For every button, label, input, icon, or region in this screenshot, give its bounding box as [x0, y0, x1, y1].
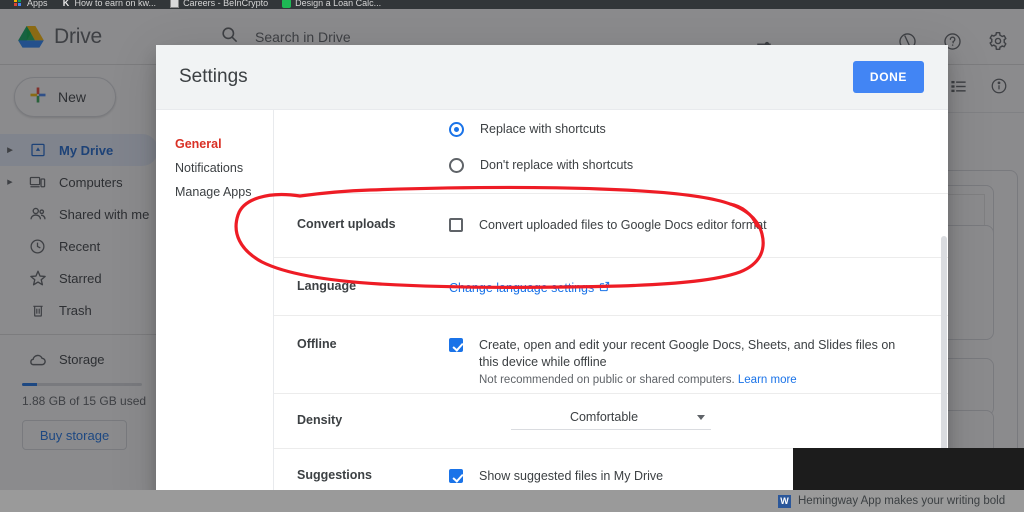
settings-nav-item-notifications[interactable]: Notifications [156, 156, 273, 180]
row-label-suggestions: Suggestions [297, 468, 373, 482]
apps-grid-icon [14, 0, 23, 8]
settings-nav-item-general[interactable]: General [156, 132, 273, 156]
settings-nav: General Notifications Manage Apps [156, 110, 273, 512]
row-label-offline: Offline [297, 337, 337, 351]
checkbox-text-block: Create, open and edit your recent Google… [479, 337, 918, 386]
settings-row-shortcuts: Replace with shortcuts Don't replace wit… [274, 110, 948, 193]
bookmark-item-apps[interactable]: Apps [14, 0, 48, 9]
offline-note-text: Not recommended on public or shared comp… [479, 374, 735, 386]
bookmark-item-how-to-earn[interactable]: K How to earn on kw... [62, 0, 157, 9]
background-black-panel [793, 448, 1024, 490]
link-text: Change language settings [449, 281, 595, 295]
row-body: Change language settings [449, 258, 918, 315]
offline-note: Not recommended on public or shared comp… [479, 374, 918, 386]
row-body: Comfortable [449, 394, 918, 448]
bookmark-label: Careers - BeInCrypto [183, 0, 269, 8]
checkbox-label: Create, open and edit your recent Google… [479, 338, 896, 369]
bookmark-label: Design a Loan Calc... [295, 0, 382, 8]
row-label [297, 110, 449, 193]
row-body: Create, open and edit your recent Google… [449, 316, 918, 393]
checkbox-option-convert-uploads[interactable]: Convert uploaded files to Google Docs ed… [449, 217, 918, 234]
taskbar: W Hemingway App makes your writing bold [0, 490, 1024, 512]
bookmark-item-design-loan-calc[interactable]: Design a Loan Calc... [282, 0, 381, 9]
checkbox-label: Show suggested files in My Drive [479, 469, 664, 483]
radio-button-icon[interactable] [449, 122, 464, 137]
checkbox-label: Convert uploaded files to Google Docs ed… [479, 218, 767, 232]
settings-row-convert-uploads: Convert uploads Convert uploaded files t… [274, 193, 948, 257]
radio-option-dont-replace-with-shortcuts[interactable]: Don't replace with shortcuts [449, 143, 918, 179]
image-icon [170, 0, 180, 8]
page-title: Settings [179, 66, 248, 87]
learn-more-link[interactable]: Learn more [738, 374, 797, 386]
bookmark-label: Apps [27, 0, 48, 8]
green-bookmark-icon [282, 0, 292, 8]
taskbar-document-item[interactable]: W Hemingway App makes your writing bold [770, 490, 1024, 512]
change-language-settings-link[interactable]: Change language settings [449, 280, 610, 297]
done-button[interactable]: DONE [852, 61, 924, 93]
settings-dialog-header: Settings DONE [156, 45, 948, 110]
chevron-down-icon[interactable] [697, 414, 705, 420]
screenshot-root: Apps K How to earn on kw... Careers - Be… [0, 0, 1024, 512]
row-label-density: Density [297, 413, 343, 427]
settings-row-offline: Offline Create, open and edit your recen… [274, 315, 948, 393]
checkbox-icon[interactable] [449, 218, 463, 232]
checkbox-icon[interactable] [449, 338, 463, 352]
k-letter-icon: K [62, 0, 70, 8]
row-label-language: Language [297, 279, 357, 293]
row-label-convert-uploads: Convert uploads [297, 217, 396, 231]
density-select[interactable]: Comfortable [511, 410, 711, 430]
radio-button-icon[interactable] [449, 158, 464, 173]
settings-row-language: Language Change language settings [274, 257, 948, 315]
radio-option-label: Replace with shortcuts [480, 122, 606, 136]
settings-dialog: Settings DONE General Notifications Mana… [156, 45, 948, 512]
checkbox-option-offline[interactable]: Create, open and edit your recent Google… [449, 337, 918, 386]
checkbox-icon[interactable] [449, 469, 463, 483]
word-icon: W [778, 494, 791, 508]
taskbar-document-label: Hemingway App makes your writing bold [798, 495, 1006, 507]
radio-option-replace-with-shortcuts[interactable]: Replace with shortcuts [449, 116, 918, 143]
external-link-icon [599, 280, 610, 297]
bookmark-item-careers[interactable]: Careers - BeInCrypto [170, 0, 268, 9]
bookmark-label: How to earn on kw... [74, 0, 157, 8]
row-body: Replace with shortcuts Don't replace wit… [449, 110, 918, 193]
density-selected-value: Comfortable [569, 410, 639, 424]
settings-nav-item-manage-apps[interactable]: Manage Apps [156, 180, 273, 204]
radio-option-label: Don't replace with shortcuts [480, 158, 634, 172]
row-body: Convert uploaded files to Google Docs ed… [449, 194, 918, 257]
browser-bookmarks-bar: Apps K How to earn on kw... Careers - Be… [0, 0, 1024, 9]
settings-row-density: Density Comfortable [274, 393, 948, 448]
